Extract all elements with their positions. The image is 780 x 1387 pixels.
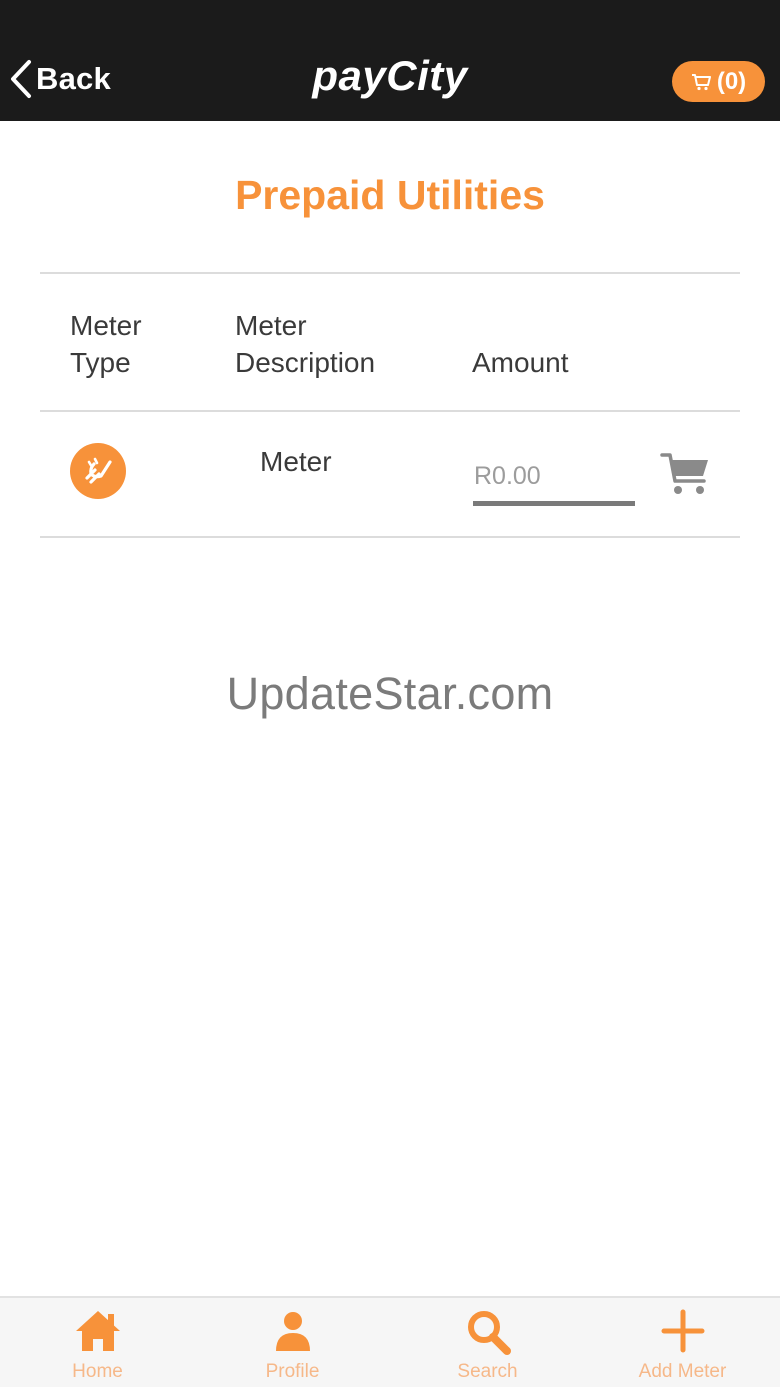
search-icon <box>467 1311 511 1355</box>
app-logo: payCity <box>312 52 468 99</box>
header-line: Type <box>70 347 131 378</box>
top-navigation-bar: Back payCity (0) <box>0 0 780 121</box>
page-title: Prepaid Utilities <box>235 172 545 218</box>
divider <box>40 536 740 538</box>
shopping-cart-icon <box>691 73 711 90</box>
tab-label: Add Meter <box>638 1361 727 1382</box>
column-header-meter-type: Meter Type <box>70 307 142 381</box>
tab-label: Home <box>72 1361 123 1382</box>
tab-label: Search <box>457 1361 518 1382</box>
tab-label: Profile <box>265 1361 320 1382</box>
plus-icon <box>661 1309 704 1353</box>
tab-profile[interactable]: Profile <box>195 1298 390 1387</box>
amount-input[interactable] <box>473 452 635 506</box>
tab-add-meter[interactable]: Add Meter <box>585 1298 780 1387</box>
watermark-text: UpdateStar.com <box>226 668 554 719</box>
header-line: Meter <box>235 310 307 341</box>
profile-icon <box>275 1312 310 1351</box>
home-icon <box>75 1311 120 1351</box>
electricity-plug-icon[interactable] <box>70 443 126 499</box>
divider <box>40 410 740 412</box>
tab-search[interactable]: Search <box>390 1298 585 1387</box>
cart-button[interactable]: (0) <box>672 61 765 102</box>
meter-description: Meter <box>260 446 332 477</box>
header-line: Meter <box>70 310 142 341</box>
bottom-tab-bar: Home Profile Search Add Meter <box>0 1296 780 1387</box>
header-line: Description <box>235 347 376 378</box>
column-header-amount: Amount <box>472 347 569 378</box>
cart-count: (0) <box>716 67 747 95</box>
divider <box>40 272 740 274</box>
add-to-cart-icon[interactable] <box>660 450 712 498</box>
column-header-meter-description: Meter Description <box>235 307 375 381</box>
tab-home[interactable]: Home <box>0 1298 195 1387</box>
